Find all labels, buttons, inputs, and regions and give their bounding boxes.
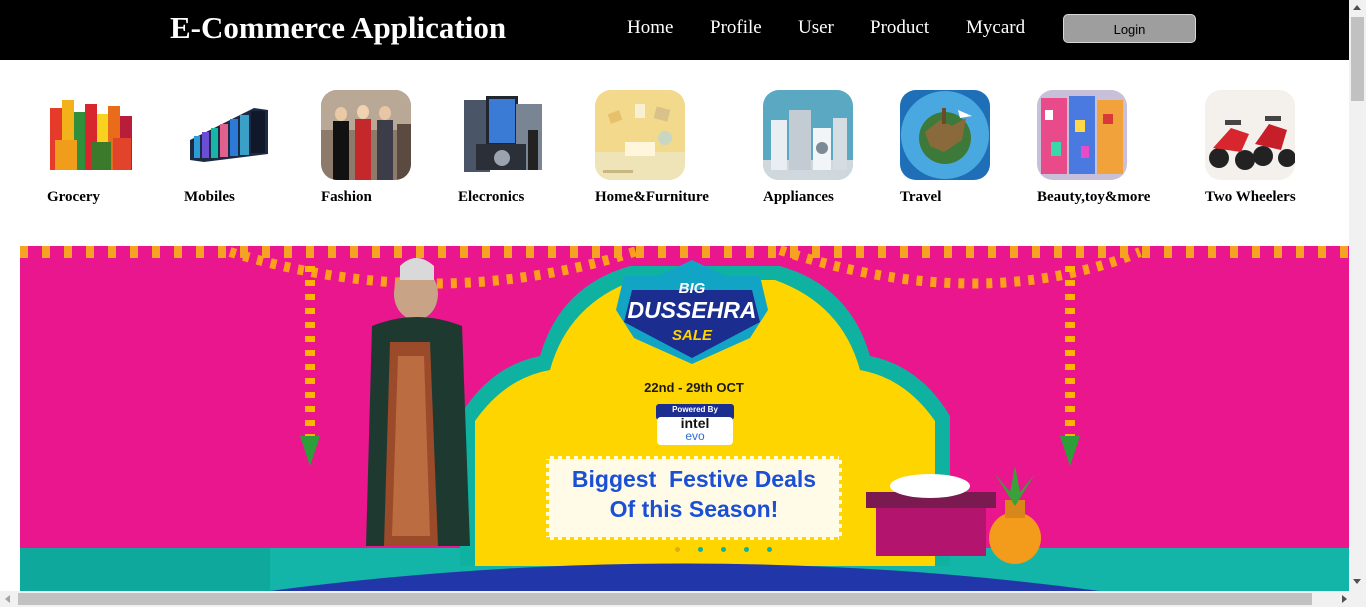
powered-by-label: Powered By	[672, 405, 718, 414]
grocery-image	[47, 90, 137, 180]
scroll-down-arrow-icon[interactable]	[1353, 579, 1361, 584]
carousel-dot[interactable]	[675, 547, 680, 552]
category-two-wheelers[interactable]: Two Wheelers	[1205, 90, 1296, 205]
category-grocery[interactable]: Grocery	[47, 90, 137, 205]
vertical-scrollbar-thumb[interactable]	[1351, 17, 1364, 101]
category-label: Grocery	[47, 189, 101, 205]
sale-dates: 22nd - 29th OCT	[644, 380, 744, 395]
category-label: Appliances	[763, 189, 834, 205]
nav-profile[interactable]: Profile	[710, 17, 762, 39]
headline-line2: Of this Season!	[609, 496, 779, 522]
scroll-left-arrow-icon[interactable]	[5, 595, 10, 603]
category-label: Mobiles	[184, 189, 235, 205]
category-mobiles[interactable]: Mobiles	[184, 90, 274, 205]
mobiles-image	[184, 90, 274, 180]
carousel-dots	[666, 539, 781, 552]
nav-user[interactable]: User	[798, 17, 834, 39]
nav-mycard[interactable]: Mycard	[966, 17, 1025, 39]
category-label: Home&Furniture	[595, 189, 709, 205]
category-label: Elecronics	[458, 189, 525, 205]
category-label: Fashion	[321, 189, 372, 205]
category-label: Beauty,toy&more	[1037, 189, 1151, 205]
horizontal-scrollbar-thumb[interactable]	[18, 593, 1312, 605]
travel-image	[900, 90, 990, 180]
carousel-dot[interactable]	[721, 547, 726, 552]
category-home-furniture[interactable]: Home&Furniture	[595, 90, 709, 205]
beauty-toy-image	[1037, 90, 1127, 180]
promo-banner[interactable]: BIG DUSSEHRA SALE 22nd - 29th OCT Powere…	[20, 246, 1349, 591]
nav-home[interactable]: Home	[627, 17, 673, 39]
carousel-dot[interactable]	[698, 547, 703, 552]
badge-dussehra-text: DUSSEHRA	[627, 297, 757, 323]
nav-product[interactable]: Product	[870, 17, 929, 39]
category-label: Travel	[900, 189, 942, 205]
scroll-right-arrow-icon[interactable]	[1342, 595, 1347, 603]
headline-line1: Biggest Festive Deals	[571, 466, 817, 492]
electronics-image	[458, 90, 548, 180]
carousel-dot[interactable]	[767, 547, 772, 552]
two-wheelers-image	[1205, 90, 1295, 180]
category-beauty-toy[interactable]: Beauty,toy&more	[1037, 90, 1150, 205]
fashion-image	[321, 90, 411, 180]
category-travel[interactable]: Travel	[900, 90, 990, 205]
badge-sale-text: SALE	[671, 327, 712, 344]
category-fashion[interactable]: Fashion	[321, 90, 411, 205]
category-electronics[interactable]: Elecronics	[458, 90, 548, 205]
badge-big-text: BIG	[678, 280, 706, 297]
evo-logo-text: evo	[685, 429, 705, 443]
scroll-up-arrow-icon[interactable]	[1353, 5, 1361, 10]
appliances-image	[763, 90, 853, 180]
carousel-dot[interactable]	[744, 547, 749, 552]
category-appliances[interactable]: Appliances	[763, 90, 853, 205]
login-button[interactable]: Login	[1063, 14, 1196, 43]
home-furniture-image	[595, 90, 685, 180]
app-title: E-Commerce Application	[170, 10, 507, 45]
category-label: Two Wheelers	[1205, 189, 1296, 205]
